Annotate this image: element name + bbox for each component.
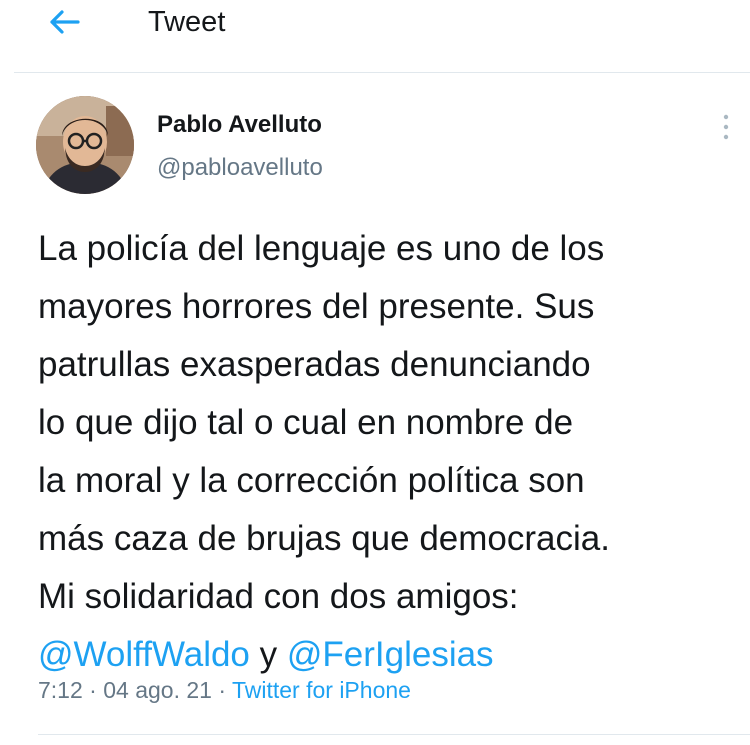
author-name[interactable]: Pablo Avelluto — [157, 110, 322, 140]
meta-separator: · — [211, 677, 232, 703]
more-options-button[interactable] — [716, 112, 736, 142]
author-handle[interactable]: @pabloavelluto — [157, 153, 323, 183]
tweet-text-line: patrullas exasperadas denunciando — [38, 345, 591, 384]
tweet-text-line: mayores horrores del presente. Sus — [38, 287, 595, 326]
top-bar: Tweet — [0, 0, 750, 44]
tweet-time: 7:12 — [38, 677, 83, 703]
vertical-dots-icon — [723, 114, 729, 140]
tweet-meta: 7:12 · 04 ago. 21 · Twitter for iPhone — [38, 675, 411, 705]
tweet-text-line: más caza de brujas que democracia. — [38, 519, 610, 558]
tweet-text-line: La policía del lenguaje es uno de los — [38, 229, 605, 268]
tweet-source-link[interactable]: Twitter for iPhone — [232, 677, 411, 703]
arrow-left-icon — [50, 10, 80, 34]
meta-divider — [38, 734, 750, 735]
tweet-date: 04 ago. 21 — [103, 677, 212, 703]
mention-link-feriglesias[interactable]: @FerIglesias — [287, 635, 494, 674]
mention-link-wolffwaldo[interactable]: @WolffWaldo — [38, 635, 250, 674]
header-divider — [14, 72, 750, 73]
back-button[interactable] — [44, 4, 84, 40]
tweet-text-line: Mi solidaridad con dos amigos: — [38, 577, 519, 616]
tweet-text: La policía del lenguaje es uno de los ma… — [38, 220, 738, 684]
mention-joiner: y — [249, 635, 287, 674]
tweet-text-line: la moral y la corrección política son — [38, 461, 585, 500]
avatar[interactable] — [36, 96, 134, 194]
avatar-photo — [36, 96, 134, 194]
meta-separator: · — [82, 677, 104, 703]
tweet-text-line: lo que dijo tal o cual en nombre de — [38, 403, 574, 442]
page-title: Tweet — [148, 6, 226, 38]
